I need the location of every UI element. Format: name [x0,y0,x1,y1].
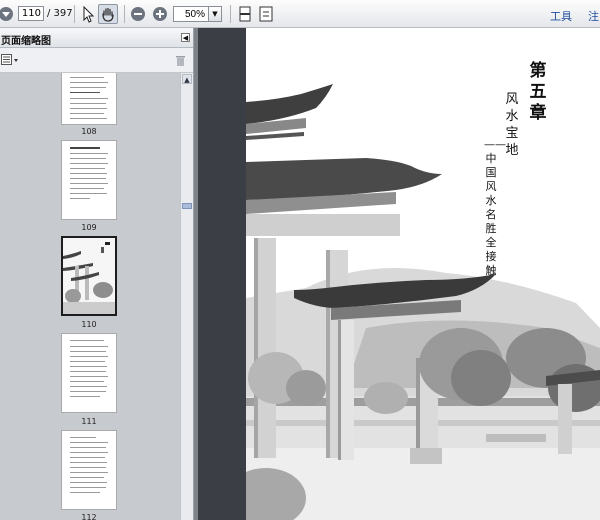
page-total: / 397 [47,8,73,19]
thumbnail-page[interactable] [61,333,117,413]
options-icon[interactable] [1,54,19,66]
comment-link[interactable]: 注 [588,8,599,24]
tools-link[interactable]: 工具 [550,8,572,24]
chevron-down-icon[interactable]: ▼ [209,6,222,22]
toolbar-separator [124,5,125,23]
panel-options-bar [0,48,193,73]
thumbnail-page-selected[interactable] [61,236,117,316]
zoom-in-icon[interactable] [150,4,170,24]
trash-icon[interactable] [175,54,186,66]
thumbnail-label: 111 [81,417,97,426]
collapse-arrow-icon[interactable]: ◀ [181,33,190,42]
thumbnail-page[interactable] [61,140,117,220]
thumbnail-page[interactable] [61,73,117,125]
page-down-icon[interactable] [0,4,16,24]
page-thumbnails-panel: 页面缩略图 ◀ 108 109 110 111 112 ▲ [0,28,194,520]
zoom-out-icon[interactable] [128,4,148,24]
select-cursor-icon[interactable] [78,4,98,24]
zoom-input[interactable] [173,6,209,22]
document-page: 第五章 风水宝地 ——中国风水名胜全接触 [246,28,600,520]
panel-title: 页面缩略图 [1,36,51,47]
thumbnail-list[interactable]: 108 109 110 111 112 ▲ [0,73,193,520]
fit-page-icon[interactable] [235,4,255,24]
toolbar: / 397 ▼ 工具 注 [0,0,600,28]
chapter-heading: 第五章 [529,61,547,123]
page-number-input[interactable] [18,6,44,21]
fit-width-icon[interactable] [256,4,276,24]
thumbnail-label: 110 [81,320,97,329]
thumbnail-label: 112 [81,513,97,520]
thumbnail-scrollbar[interactable]: ▲ [180,73,193,520]
panel-header: 页面缩略图 ◀ [0,28,193,48]
chapter-title: 风水宝地 [505,92,519,158]
thumbnail-label: 109 [81,223,97,232]
scroll-up-icon[interactable]: ▲ [182,74,192,84]
chapter-subtitle: ——中国风水名胜全接触 [484,138,506,277]
toolbar-separator [230,5,231,23]
thumbnail-page[interactable] [61,430,117,510]
document-view[interactable]: 第五章 风水宝地 ——中国风水名胜全接触 [198,28,600,520]
scrollbar-thumb[interactable] [182,203,192,209]
thumbnail-area: 108 109 110 111 112 [0,73,180,520]
toolbar-separator [74,5,75,23]
thumbnail-label: 108 [81,127,97,136]
hand-tool-icon[interactable] [98,4,118,24]
